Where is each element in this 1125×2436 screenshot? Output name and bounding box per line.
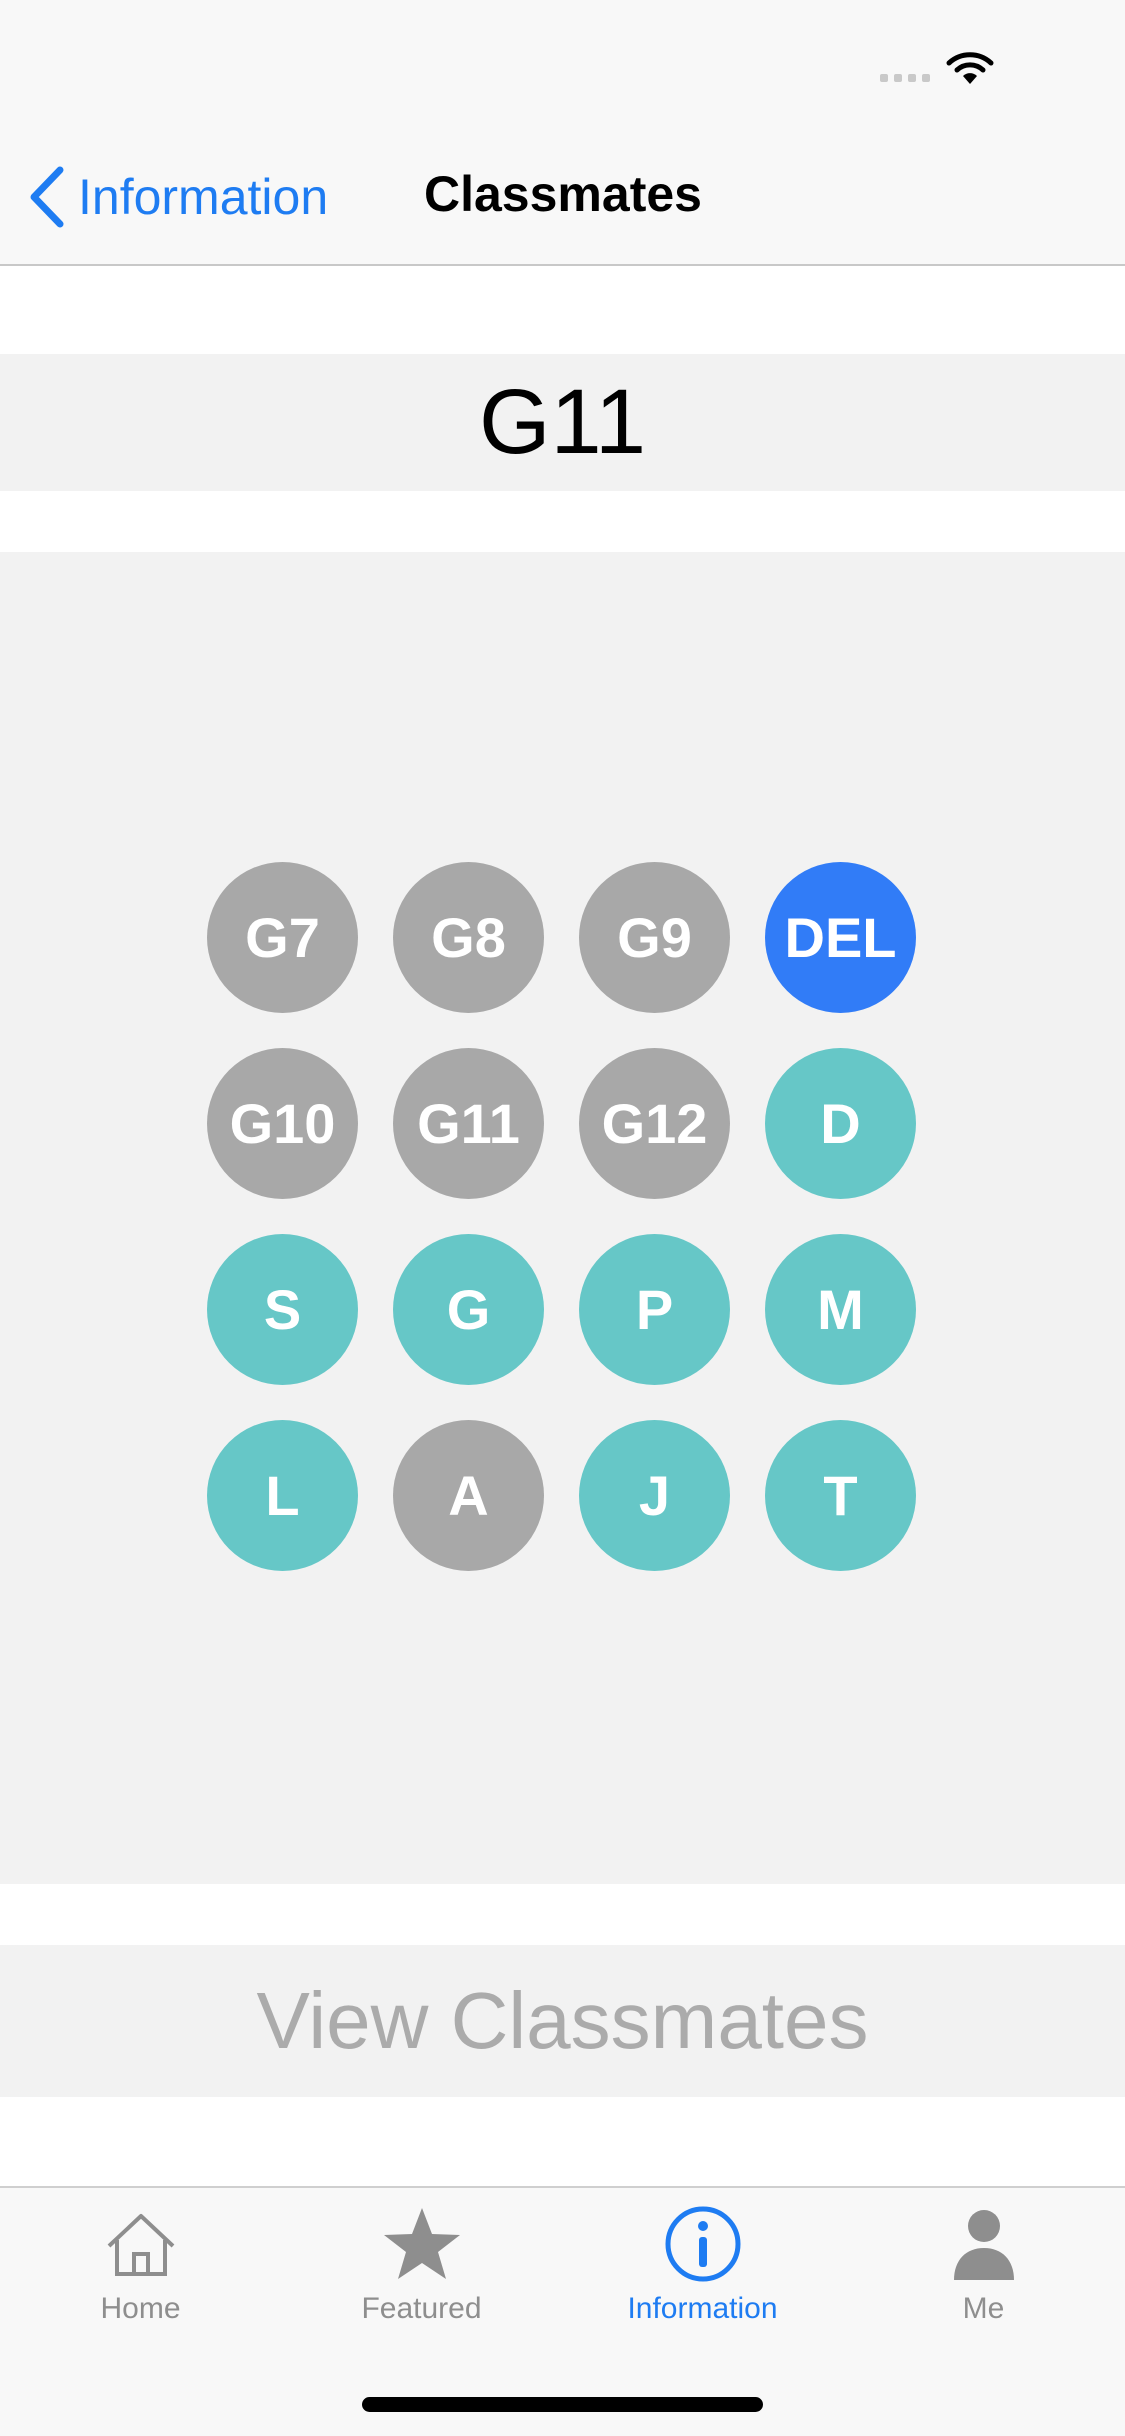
key-g10-button[interactable]: G10 — [207, 1048, 358, 1199]
cellular-signal-icon — [880, 74, 930, 82]
wifi-icon — [946, 52, 994, 84]
keypad-grid: G7 G8 G9 DEL G10 G11 G12 D S G P M L A J T — [207, 862, 916, 1571]
back-label: Information — [78, 169, 329, 225]
key-p-button[interactable]: P — [579, 1234, 730, 1385]
key-m-button[interactable]: M — [765, 1234, 916, 1385]
key-d-button[interactable]: D — [765, 1048, 916, 1199]
keypad-panel: G7 G8 G9 DEL G10 G11 G12 D S G P M L A J T — [0, 552, 1125, 1884]
key-a-button[interactable]: A — [393, 1420, 544, 1571]
view-classmates-button[interactable]: View Classmates — [0, 1945, 1125, 2097]
home-indicator — [362, 2397, 763, 2412]
key-g9-button[interactable]: G9 — [579, 862, 730, 1013]
house-icon — [107, 2214, 174, 2276]
key-t-button[interactable]: T — [765, 1420, 916, 1571]
key-l-button[interactable]: L — [207, 1420, 358, 1571]
key-g-button[interactable]: G — [393, 1234, 544, 1385]
key-s-button[interactable]: S — [207, 1234, 358, 1385]
key-del-button[interactable]: DEL — [765, 862, 916, 1013]
back-button[interactable]: Information — [24, 162, 328, 232]
key-j-button[interactable]: J — [579, 1420, 730, 1571]
tab-label: Home — [100, 2292, 181, 2325]
star-icon — [383, 2208, 460, 2279]
person-icon — [953, 2210, 1014, 2280]
tab-me[interactable]: Me — [843, 2188, 1124, 2348]
view-classmates-label: View Classmates — [256, 1976, 869, 2065]
tab-label: Me — [962, 2292, 1005, 2325]
tab-information[interactable]: Information — [562, 2188, 843, 2348]
info-circle-icon — [665, 2206, 740, 2282]
tab-featured[interactable]: Featured — [281, 2188, 562, 2348]
selected-value: G11 — [478, 371, 647, 473]
status-bar — [0, 0, 1125, 132]
tab-label: Information — [627, 2292, 778, 2325]
page-title: Classmates — [424, 166, 702, 222]
key-g11-button[interactable]: G11 — [393, 1048, 544, 1199]
tab-home[interactable]: Home — [0, 2188, 281, 2348]
selected-value-display: G11 — [0, 354, 1125, 491]
key-g8-button[interactable]: G8 — [393, 862, 544, 1013]
tab-label: Featured — [361, 2292, 482, 2325]
chevron-left-icon — [30, 166, 64, 228]
key-g12-button[interactable]: G12 — [579, 1048, 730, 1199]
key-g7-button[interactable]: G7 — [207, 862, 358, 1013]
navigation-bar: Information Classmates — [0, 132, 1125, 266]
